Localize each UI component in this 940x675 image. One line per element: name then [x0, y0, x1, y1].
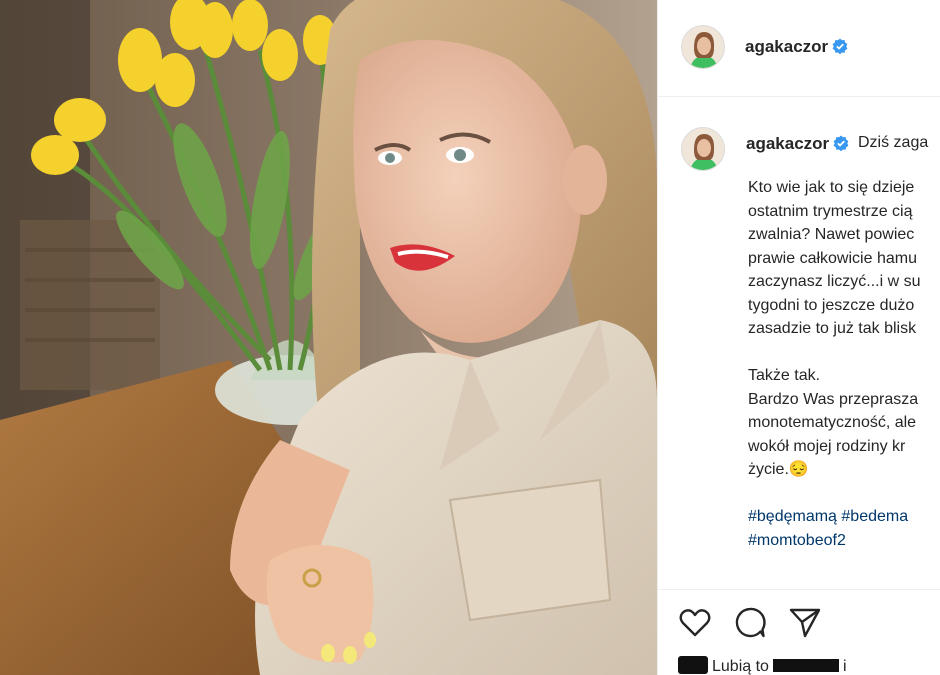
caption-line: ostatnim trymestrze cią [748, 202, 913, 220]
caption-line: zwalnia? Nawet powiec [748, 226, 915, 243]
post-photo[interactable] [0, 0, 657, 675]
caption-line: wokół mojej rodziny kr [748, 437, 906, 455]
caption-line: monotematyczność, ale [748, 414, 917, 431]
verified-badge-icon [833, 135, 849, 151]
post-header-username[interactable]: agakaczor [745, 37, 848, 57]
caption-line: Bardzo Was przeprasza [748, 390, 919, 408]
post-header: agakaczor [658, 0, 940, 97]
likes-prefix: Lubią to [712, 658, 769, 675]
comment-icon[interactable] [733, 606, 767, 640]
caption-body: Kto wie jak to się dzieje ostatnim tryme… [748, 176, 940, 552]
caption-line: zaczynasz liczyć...i w su [748, 273, 921, 290]
caption-line: Kto wie jak to się dzieje [748, 179, 915, 196]
avatar-image [682, 26, 724, 68]
likes-summary[interactable]: Lubią to i [678, 656, 847, 675]
caption-line: prawie całkowicie hamu [748, 249, 917, 267]
avatar[interactable] [681, 25, 725, 69]
heart-icon[interactable] [678, 606, 712, 640]
caption-username[interactable]: agakaczor [746, 134, 849, 154]
likes-suffix: i [842, 658, 847, 675]
caption-avatar[interactable] [681, 127, 725, 171]
caption-inline-text: Dziś zaga [858, 134, 929, 151]
username-text[interactable]: agakaczor [745, 37, 828, 56]
post-actions-bar: Lubią to i [658, 589, 940, 675]
caption-line: życie.😔 [748, 461, 809, 478]
caption-username-text[interactable]: agakaczor [746, 134, 829, 153]
caption-line: zasadzie to już tak blisk [748, 320, 917, 337]
verified-badge-icon [832, 38, 848, 54]
post-photo-illustration [0, 0, 657, 675]
post-side-panel: agakaczor agakaczor Dziś zaga Kto wie ja… [657, 0, 940, 675]
caption-avatar-image [682, 128, 724, 170]
share-icon[interactable] [788, 606, 822, 640]
caption-line: tygodni to jeszcze dużo [748, 296, 915, 314]
hashtag-link[interactable]: #będęmamą #bedema [748, 505, 940, 529]
caption-line: Także tak. [748, 367, 821, 384]
hashtag-link[interactable]: #momtobeof2 [748, 529, 940, 553]
liker-avatar[interactable] [678, 656, 708, 674]
redacted-username [772, 659, 839, 672]
